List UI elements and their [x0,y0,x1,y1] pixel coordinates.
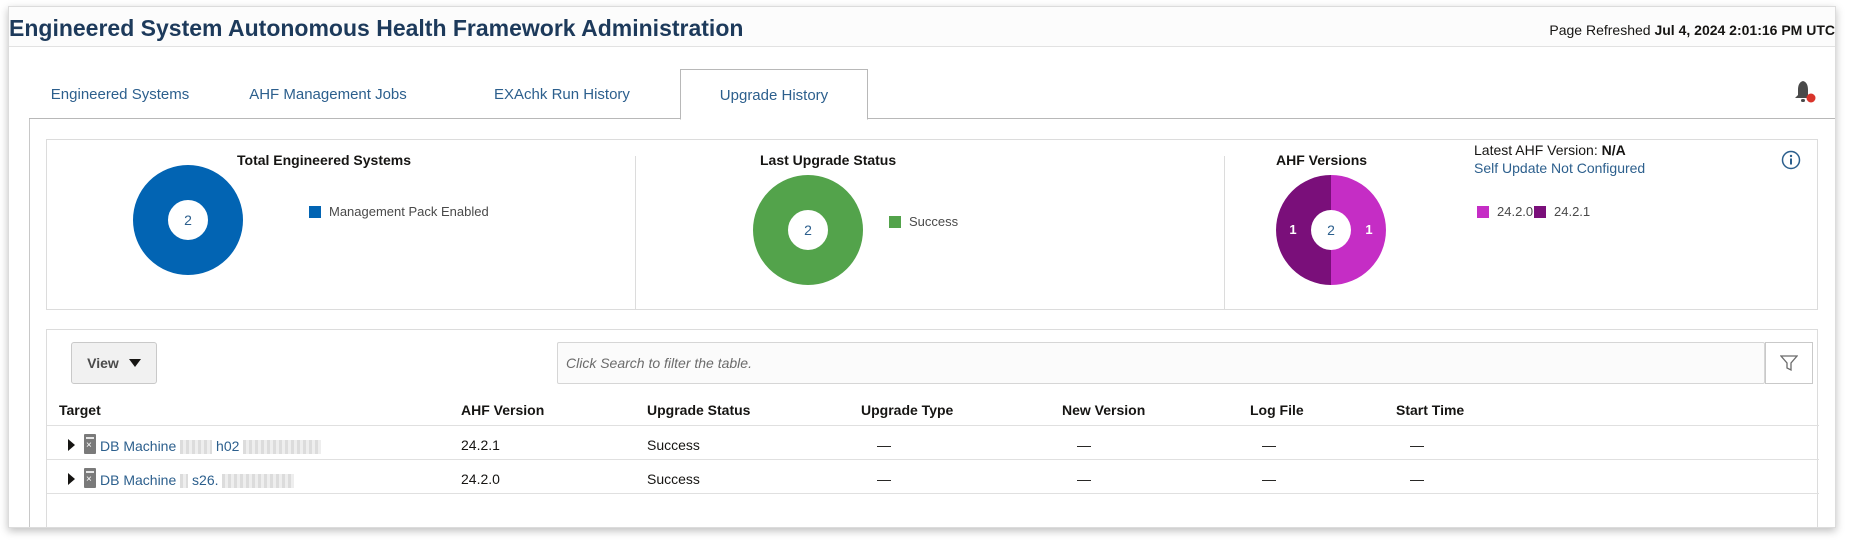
tab-ahf-management-jobs[interactable]: AHF Management Jobs [211,69,445,119]
latest-ahf-version-value: N/A [1601,142,1626,158]
ahf-versions-panel: AHF Versions 1 1 2 Latest AHF Version: N… [1225,140,1817,309]
column-header-log-file[interactable]: Log File [1250,402,1304,418]
legend-management-pack-enabled: Management Pack Enabled [309,204,489,219]
server-icon [84,468,96,488]
legend-swatch [889,215,901,228]
refreshed-label: Page Refreshed [1549,22,1651,38]
target-host: h02 [216,438,240,454]
latest-ahf-version: Latest AHF Version: N/A [1474,142,1626,158]
segment-label-24-2-0: 1 [1365,222,1372,237]
target-link[interactable]: DB Machine s26. [100,472,295,489]
log-file-cell: — [1262,437,1276,453]
tab-upgrade-history[interactable]: Upgrade History [680,69,868,120]
target-name: DB Machine [100,472,177,488]
page-header: Engineered System Autonomous Health Fram… [9,7,1835,47]
summary-panel: Total Engineered Systems 2 Management Pa… [46,139,1818,310]
latest-ahf-version-label: Latest AHF Version: [1474,142,1598,158]
app-window: Engineered System Autonomous Health Fram… [8,6,1836,528]
redacted-text [222,474,295,489]
donut-segment-24-2-0[interactable] [1331,175,1386,285]
filter-icon [1780,355,1798,372]
ahf-version-cell: 24.2.0 [461,471,500,487]
tab-exachk-run-history[interactable]: EXAchk Run History [445,69,679,119]
target-name: DB Machine [100,438,177,454]
upgrade-history-content: Total Engineered Systems 2 Management Pa… [29,119,1835,527]
start-time-cell: — [1410,471,1424,487]
column-header-upgrade-type[interactable]: Upgrade Type [861,402,953,418]
column-header-upgrade-status[interactable]: Upgrade Status [647,402,750,418]
upgrade-status-cell: Success [647,437,700,453]
tab-engineered-systems[interactable]: Engineered Systems [29,69,211,119]
ahf-versions-donut: 1 1 2 [1276,175,1386,285]
donut-center-value: 2 [804,222,812,238]
legend-label: 24.2.1 [1554,204,1591,219]
view-menu-button[interactable]: View [71,342,157,384]
legend-swatch [309,205,321,218]
self-update-link[interactable]: Self Update Not Configured [1474,160,1645,176]
tab-bar: Engineered Systems AHF Management Jobs E… [29,69,1835,120]
expand-arrow-icon[interactable] [68,439,75,451]
search-input[interactable]: Click Search to filter the table. [557,342,1765,384]
ahf-version-cell: 24.2.1 [461,437,500,453]
last-upgrade-donut: 2 [753,175,863,285]
filter-button[interactable] [1765,342,1813,384]
row-divider [47,493,1819,494]
page-title: Engineered System Autonomous Health Fram… [9,15,744,41]
caret-down-icon [128,359,141,367]
row-divider [47,459,1819,460]
column-header-ahf-version[interactable]: AHF Version [461,402,544,418]
total-systems-donut: 2 [133,165,243,275]
log-file-cell: — [1262,471,1276,487]
total-systems-panel: Total Engineered Systems 2 Management Pa… [47,140,635,309]
donut-center-value: 2 [1327,222,1335,238]
legend-swatch [1534,205,1546,218]
refreshed-timestamp: Jul 4, 2024 2:01:16 PM UTC [1654,22,1835,38]
last-upgrade-title: Last Upgrade Status [760,152,897,168]
server-icon [84,434,96,454]
info-icon[interactable] [1781,150,1801,170]
redacted-text [180,440,213,455]
donut-center-value: 2 [184,212,192,228]
total-systems-title: Total Engineered Systems [237,152,412,168]
target-link[interactable]: DB Machine h02 [100,438,322,455]
upgrade-history-table: View Click Search to filter the table. T… [46,329,1819,527]
column-header-start-time[interactable]: Start Time [1396,402,1464,418]
column-header-target[interactable]: Target [59,402,101,418]
target-host: s26. [192,472,219,488]
legend-label: 24.2.0 [1497,204,1534,219]
new-version-cell: — [1077,437,1091,453]
view-button-label: View [87,355,119,371]
legend-label: Management Pack Enabled [329,204,489,219]
header-divider [47,425,1819,426]
last-upgrade-panel: Last Upgrade Status 2 Success [636,140,1130,309]
ahf-versions-title: AHF Versions [1276,152,1368,168]
legend-swatch [1477,205,1489,218]
legend-label: Success [909,214,959,229]
upgrade-status-cell: Success [647,471,700,487]
upgrade-type-cell: — [877,437,891,453]
donut-segment-24-2-1[interactable] [1276,175,1331,285]
expand-arrow-icon[interactable] [68,473,75,485]
segment-label-24-2-1: 1 [1289,222,1296,237]
legend-24-2-0: 24.2.0 [1477,204,1533,219]
start-time-cell: — [1410,437,1424,453]
column-header-new-version[interactable]: New Version [1062,402,1145,418]
page-refreshed: Page Refreshed Jul 4, 2024 2:01:16 PM UT… [1549,22,1835,38]
redacted-text [243,440,322,455]
redacted-text [180,474,189,489]
new-version-cell: — [1077,471,1091,487]
upgrade-type-cell: — [877,471,891,487]
legend-success: Success [889,214,958,229]
legend-24-2-1: 24.2.1 [1534,204,1590,219]
bell-icon[interactable] [1793,79,1817,105]
